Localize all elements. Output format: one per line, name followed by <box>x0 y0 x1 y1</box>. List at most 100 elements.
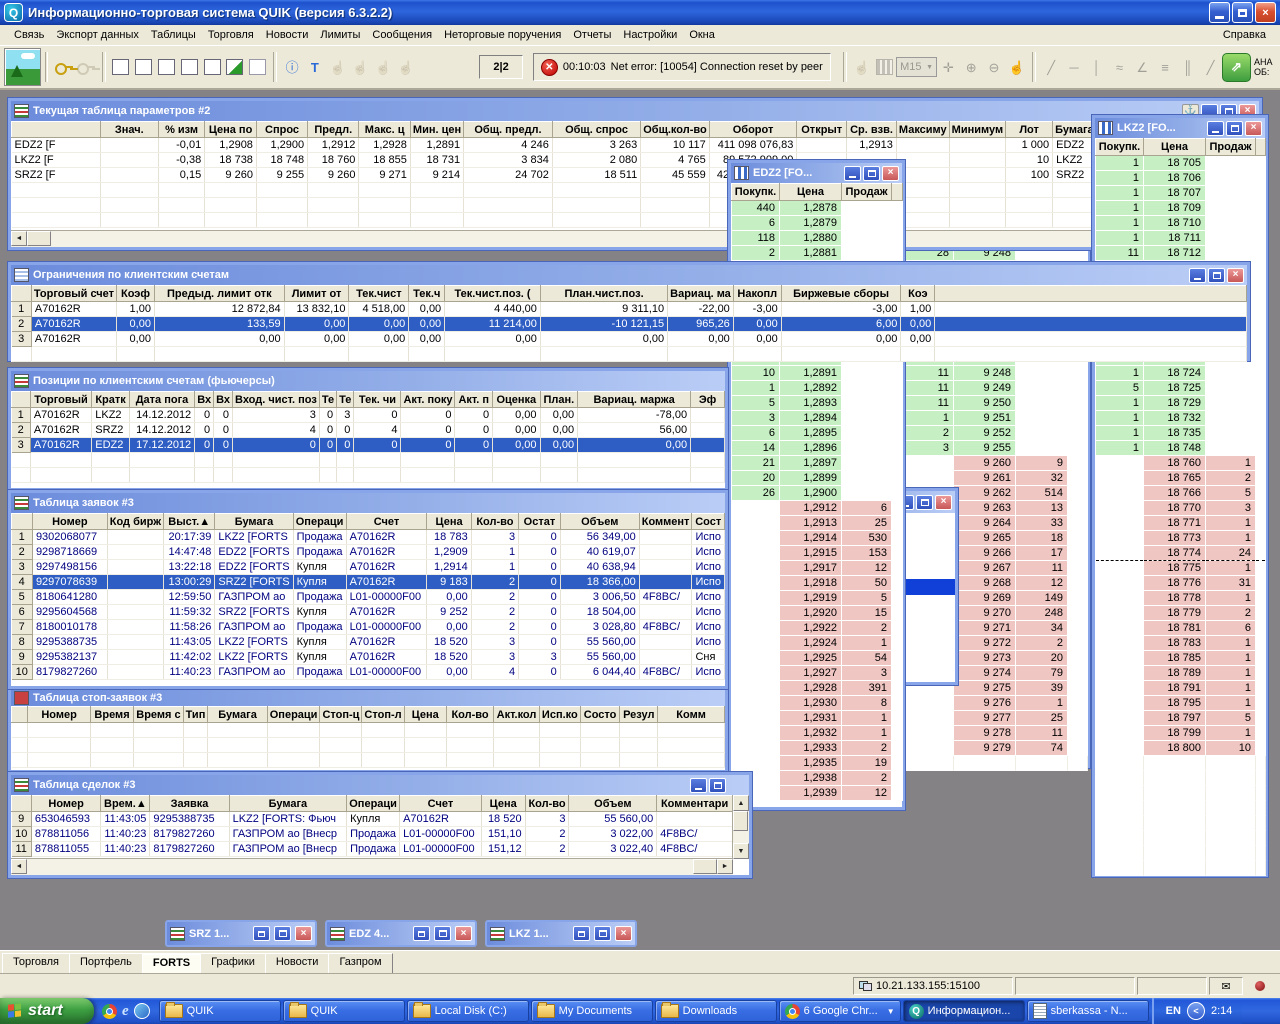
column-header[interactable]: Номер <box>31 513 108 530</box>
book-row[interactable]: 9 278 11 <box>903 725 1088 741</box>
table-row[interactable]: 9 9295382137 11:42:02 LKZ2 [FORTS Купля A7016… <box>11 649 725 665</box>
disconnect-key-icon[interactable] <box>76 56 97 78</box>
column-header[interactable]: Стоп-л <box>361 706 405 723</box>
book-row[interactable]: 1,2930 8 <box>731 695 903 711</box>
book-row[interactable]: 10 1,2891 <box>731 365 903 381</box>
book-row[interactable]: 11 9 250 <box>903 395 1088 411</box>
table-row[interactable] <box>11 752 725 768</box>
close-button[interactable]: × <box>615 926 632 941</box>
scroll-thumb[interactable] <box>27 231 51 246</box>
book-row[interactable]: 19 251 <box>903 410 1088 426</box>
book-row[interactable]: 5 18 725 <box>1095 380 1266 396</box>
chart-table-icon[interactable] <box>111 56 132 78</box>
column-header[interactable]: Знач. <box>99 121 159 138</box>
window-titlebar[interactable]: Позиции по клиентским счетам (фьючерсы) <box>11 371 725 391</box>
column-header[interactable]: Максиму <box>895 121 950 138</box>
menu-item-7[interactable]: Неторговые поручения <box>438 27 567 43</box>
column-header[interactable]: Минимум <box>948 121 1007 138</box>
start-button[interactable]: start <box>0 998 94 1024</box>
book-row[interactable]: 9 277 25 <box>903 710 1088 726</box>
table-row[interactable]: 3 A70162R EDZ2 17.12.2012 0 0 0 0 0 0 0 0 0,00 0,00 0,… <box>11 437 725 453</box>
horizontal-scrollbar[interactable]: ◄ ► <box>11 230 1259 247</box>
language-indicator[interactable]: EN <box>1166 1005 1181 1017</box>
column-header[interactable]: Тек. чи <box>353 391 402 408</box>
close-button[interactable]: × <box>455 926 472 941</box>
menu-item-help[interactable]: Справка <box>1217 27 1272 43</box>
column-header[interactable]: Исп.ко <box>538 706 581 723</box>
column-header[interactable]: План. <box>539 391 579 408</box>
column-header[interactable]: Оценка <box>492 391 541 408</box>
table-row[interactable]: 1 A70162R 1,00 12 872,84 13 832,10 4 518,00 0,… <box>11 301 1247 317</box>
table-row[interactable] <box>11 197 1260 213</box>
book-row[interactable] <box>1095 785 1266 801</box>
info-balloon-icon[interactable]: ⓘ <box>282 56 303 78</box>
column-header[interactable]: Цена <box>403 706 447 723</box>
book-row[interactable]: 9 279 74 <box>903 740 1088 756</box>
close-button[interactable]: × <box>295 926 312 941</box>
book-column-header[interactable] <box>891 183 903 201</box>
book-row[interactable]: 440 1,2878 <box>731 200 903 216</box>
column-header[interactable]: Акт. п <box>454 391 494 408</box>
column-header[interactable]: Те <box>318 391 338 408</box>
book-row[interactable]: 1 1,2892 <box>731 380 903 396</box>
column-header[interactable]: Комментари <box>656 795 733 812</box>
column-header[interactable]: Тек.ч <box>408 285 446 302</box>
close-button[interactable]: × <box>1255 2 1276 23</box>
book-row[interactable] <box>903 755 1088 771</box>
zoom-out-icon[interactable]: ⊖ <box>984 56 1005 78</box>
book-row[interactable]: 39 255 <box>903 440 1088 456</box>
window-titlebar[interactable]: Таблица стоп-заявок #3 <box>11 689 725 706</box>
maximize-button[interactable] <box>1208 267 1225 283</box>
book-row[interactable]: 1,2939 12 <box>731 785 903 801</box>
column-header[interactable]: Комм <box>657 706 725 723</box>
maximize-button[interactable] <box>709 777 726 793</box>
book-column-header[interactable]: Продаж <box>841 183 892 201</box>
book-row[interactable]: 1 18 735 <box>1095 425 1266 441</box>
book-row[interactable]: 1,2914 530 <box>731 530 903 546</box>
book-row[interactable]: 1 18 711 <box>1095 230 1266 246</box>
window-current-params[interactable]: Текущая таблица параметров #2 ⚓ × Знач.%… <box>8 98 1262 250</box>
column-header[interactable]: Тек.чист.поз. ( <box>444 285 541 302</box>
fibo-fan-tool-icon[interactable]: ∠ <box>1132 56 1153 78</box>
column-header[interactable]: Вх <box>213 391 234 408</box>
column-header[interactable]: Вх <box>194 391 215 408</box>
table-row[interactable]: 1 9302068077 20:17:39 LKZ2 [FORTS Продажа A70… <box>11 529 725 545</box>
workspace-tab-0[interactable]: Торговля <box>2 953 70 975</box>
book-row[interactable]: 18 783 1 <box>1095 635 1266 651</box>
book-row[interactable]: 5 1,2893 <box>731 395 903 411</box>
minimized-window-lkz[interactable]: LKZ 1... × <box>485 920 637 947</box>
window-stop-orders[interactable]: Таблица стоп-заявок #3 Номер Время Время с… <box>8 686 728 773</box>
column-header[interactable]: Состо <box>579 706 621 723</box>
column-header[interactable]: Торговый счет <box>30 285 118 302</box>
menu-item-9[interactable]: Настройки <box>617 27 683 43</box>
column-header[interactable]: Кол-во <box>470 513 520 530</box>
chrome-icon[interactable] <box>102 1003 117 1019</box>
column-header[interactable]: Эф <box>690 391 725 408</box>
column-header[interactable]: Сост <box>691 513 725 530</box>
column-header[interactable] <box>934 285 1247 302</box>
minimize-button[interactable] <box>1207 120 1224 136</box>
column-header[interactable]: % изм <box>157 121 206 138</box>
column-header[interactable]: Номер <box>27 706 91 723</box>
taskbar-button-quik2[interactable]: QUIK <box>282 1000 405 1022</box>
hline-tool-icon[interactable]: ─ <box>1064 56 1085 78</box>
book-row[interactable]: 1,2938 2 <box>731 770 903 786</box>
book-row[interactable]: 9 276 1 <box>903 695 1088 711</box>
table-row[interactable] <box>11 737 725 753</box>
table-row[interactable]: 7 8180010178 11:58:26 ГАЗПРОМ ао Продажа L01-… <box>11 619 725 635</box>
column-header[interactable]: Время <box>89 706 135 723</box>
column-header[interactable]: Акт. поку <box>400 391 456 408</box>
minimize-button[interactable] <box>1209 2 1230 23</box>
scroll-thumb[interactable] <box>693 859 717 874</box>
book-row[interactable]: 1 18 705 <box>1095 155 1266 171</box>
window-titlebar[interactable]: EDZ2 [FO... × <box>731 163 902 183</box>
fibo-zones-tool-icon[interactable]: ║ <box>1177 56 1198 78</box>
menu-item-4[interactable]: Новости <box>260 27 315 43</box>
column-header[interactable] <box>10 706 29 723</box>
book-row[interactable]: 11 18 712 <box>1095 245 1266 261</box>
book-row[interactable]: 18 791 1 <box>1095 680 1266 696</box>
table-row[interactable]: 1 A70162R LKZ2 14.12.2012 0 0 3 0 3 0 0 0 0,00 0,00 -7… <box>11 407 725 423</box>
book-row[interactable]: 9 261 32 <box>903 470 1088 486</box>
book-row[interactable] <box>1095 860 1266 876</box>
column-header[interactable]: Тек.чист <box>348 285 410 302</box>
